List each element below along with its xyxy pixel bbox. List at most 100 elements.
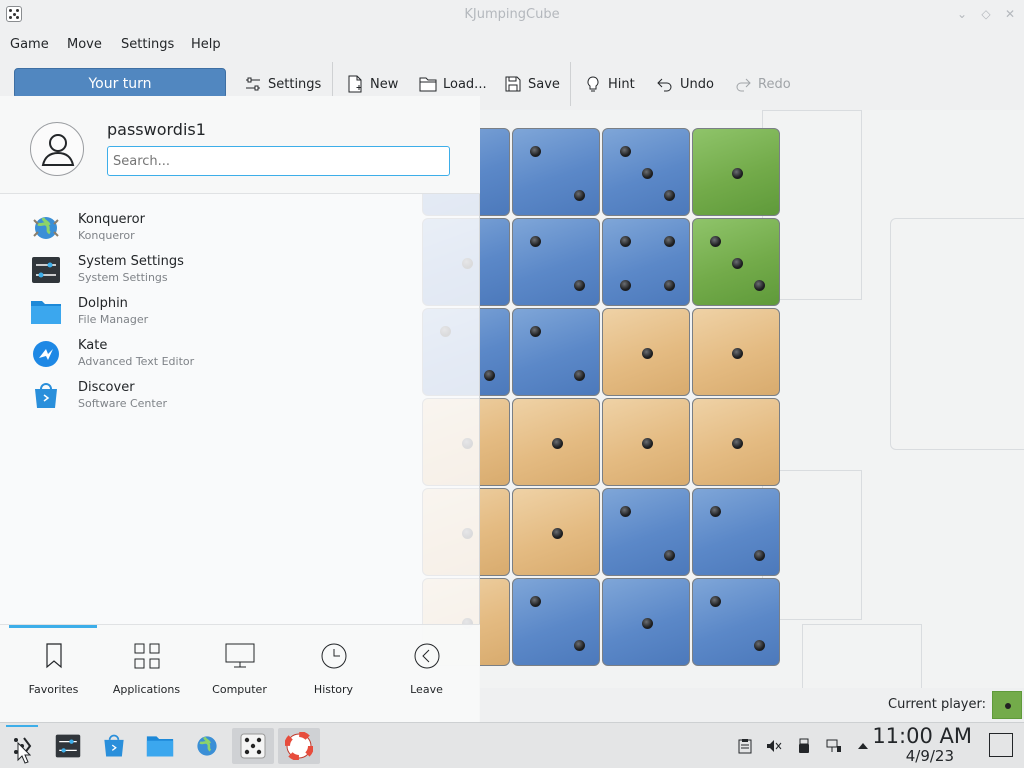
board-decoration [890,218,1024,450]
tab-label: Computer [212,683,267,696]
volume-muted-icon[interactable] [766,738,782,754]
cube-cell[interactable] [602,578,690,666]
cube-cell[interactable] [602,398,690,486]
kate-icon [33,341,59,367]
expand-tray-icon[interactable] [855,738,871,754]
taskbar-dolphin[interactable] [142,728,178,764]
minimize-icon[interactable]: ⌄ [954,6,970,22]
cube-pip [663,235,675,247]
taskbar-kjumpingcube[interactable] [232,728,274,764]
clock-date[interactable]: 4/9/23 [906,747,954,765]
tab-favorites[interactable]: Favorites [7,625,100,723]
save-button[interactable]: Save [504,72,560,96]
cube-cell[interactable] [692,308,780,396]
favorite-item-system-settings[interactable]: System Settings System Settings [30,250,230,290]
clipboard-icon[interactable] [737,738,753,754]
cube-pip [529,595,541,607]
cube-pip [641,347,653,359]
undo-label: Undo [680,76,714,92]
load-label: Load... [443,76,487,92]
launcher-search-input[interactable] [107,146,450,176]
cube-cell[interactable] [692,488,780,576]
close-icon[interactable]: ✕ [1002,6,1018,22]
menu-game[interactable]: Game [10,37,49,52]
save-icon [505,76,521,92]
turn-indicator-button[interactable]: Your turn [14,68,226,99]
undo-icon [657,78,672,92]
cube-pip [551,527,563,539]
active-tab-indicator [9,625,97,628]
favorite-description: Advanced Text Editor [78,355,195,368]
hint-label: Hint [608,76,635,92]
cube-pip [483,369,495,381]
tab-applications[interactable]: Applications [100,625,193,723]
taskbar-ksirk[interactable] [278,728,320,764]
menu-move[interactable]: Move [67,37,102,52]
load-button[interactable]: Load... [419,72,487,96]
current-player-label: Current player: [888,697,986,712]
cube-cell[interactable] [692,218,780,306]
tab-label: Favorites [28,683,79,696]
favorite-description: File Manager [78,313,149,326]
network-icon[interactable] [826,738,842,754]
tab-history[interactable]: History [287,625,380,723]
cube-pip [619,235,631,247]
clock-time[interactable]: 11:00 AM [872,724,972,748]
favorite-item-discover[interactable]: Discover Software Center [30,376,230,416]
taskbar-discover[interactable] [96,728,132,764]
hint-button[interactable]: Hint [584,72,635,96]
taskbar-system-settings[interactable] [50,728,86,764]
clock-icon [321,643,346,669]
window-title: KJumpingCube [464,7,560,22]
cube-cell[interactable] [512,308,600,396]
tab-label: Applications [112,683,181,696]
new-button[interactable]: New [346,72,398,96]
taskbar-konqueror[interactable] [189,728,225,764]
cube-pip [573,639,585,651]
cube-cell[interactable] [692,578,780,666]
favorite-item-konqueror[interactable]: Konqueror Konqueror [30,208,230,248]
cube-cell[interactable] [602,218,690,306]
cube-cell[interactable] [602,308,690,396]
cube-cell[interactable] [512,578,600,666]
cube-pip [573,279,585,291]
tab-leave[interactable]: Leave [380,625,473,723]
show-desktop-button[interactable] [989,733,1013,757]
menu-settings[interactable]: Settings [121,37,174,52]
user-avatar[interactable] [30,122,84,176]
menu-help[interactable]: Help [191,37,221,52]
cube-pip [709,505,721,517]
cube-cell[interactable] [512,398,600,486]
cube-cell[interactable] [602,488,690,576]
favorite-description: System Settings [78,271,168,284]
current-player-swatch [992,691,1022,719]
redo-button[interactable]: Redo [734,72,791,96]
maximize-icon[interactable]: ◇ [978,6,994,22]
statusbar: Current player: [480,688,1024,722]
favorite-item-dolphin[interactable]: Dolphin File Manager [30,292,230,332]
taskbar: 11:00 AM 4/9/23 [0,722,1024,768]
favorite-item-kate[interactable]: Kate Advanced Text Editor [30,334,230,374]
system-settings-icon [32,257,60,283]
cube-pip [529,235,541,247]
redo-label: Redo [758,76,791,92]
settings-button[interactable]: Settings [244,72,321,96]
cube-cell[interactable] [512,218,600,306]
lightbulb-icon [587,76,599,92]
launcher-header: passwordis1 [0,96,480,194]
cube-cell[interactable] [692,398,780,486]
cube-pip [663,189,675,201]
cube-cell[interactable] [512,488,600,576]
dolphin-icon [31,301,61,324]
favorite-name: Dolphin [78,296,128,311]
cube-pip [709,595,721,607]
tab-computer[interactable]: Computer [193,625,286,723]
cube-cell[interactable] [512,128,600,216]
system-settings-icon [55,734,81,758]
undo-button[interactable]: Undo [656,72,714,96]
cube-pip [753,639,765,651]
cube-cell[interactable] [602,128,690,216]
usb-icon[interactable] [796,738,812,754]
lifebuoy-icon [285,732,313,760]
cube-cell[interactable] [692,128,780,216]
